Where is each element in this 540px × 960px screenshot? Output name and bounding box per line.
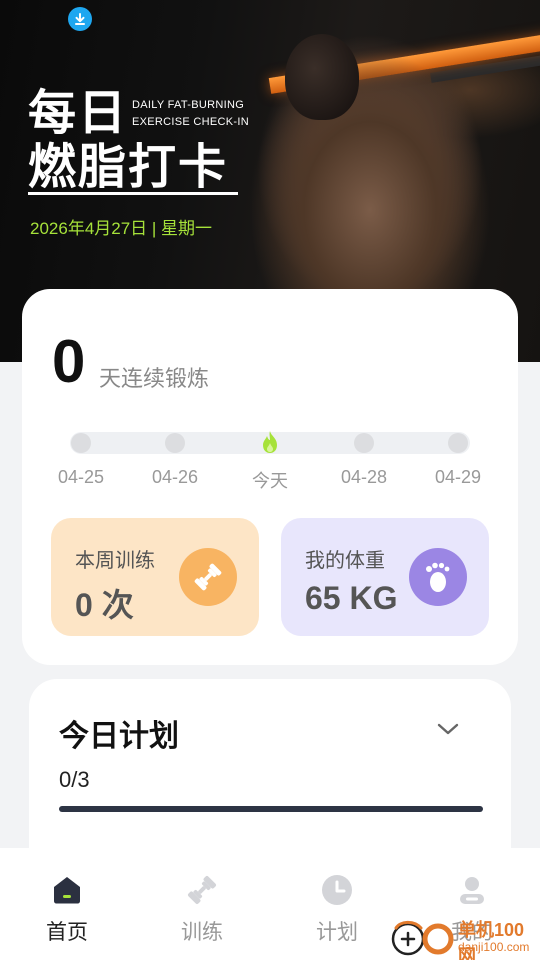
watermark-url: danji100.com — [458, 940, 530, 954]
day-dot-4 — [354, 433, 374, 453]
today-plan-progress-bar — [59, 806, 483, 812]
my-weight-card[interactable]: 我的体重 65 KG — [281, 518, 489, 636]
footprint-icon — [409, 548, 467, 606]
tab-home[interactable]: 首页 — [12, 870, 122, 946]
streak-card: 0 天连续锻炼 04-25 04-26 今天 04-28 04-29 本周训练 … — [22, 289, 518, 665]
weekly-training-card[interactable]: 本周训练 0 次 — [51, 518, 259, 636]
day-dot-1 — [71, 433, 91, 453]
hero-title-line1: 每日 — [28, 85, 129, 141]
hero-subtitle: DAILY FAT-BURNING EXERCISE CHECK-IN — [132, 97, 249, 131]
tab-training-label: 训练 — [181, 920, 223, 944]
today-plan-title: 今日计划 — [59, 719, 179, 754]
day-label-4: 04-28 — [340, 467, 388, 487]
hero-subtitle-line2: EXERCISE CHECK-IN — [132, 116, 249, 128]
tab-home-label: 首页 — [46, 920, 88, 944]
dumbbell-icon — [182, 870, 222, 910]
my-weight-value: 65 KG — [305, 580, 398, 616]
tab-training[interactable]: 训练 — [147, 870, 257, 946]
my-weight-label: 我的体重 — [305, 548, 385, 572]
flame-icon — [258, 430, 282, 454]
day-label-today: 今天 — [252, 471, 288, 491]
tab-plan-label: 计划 — [316, 920, 358, 944]
day-dot-2 — [165, 433, 185, 453]
day-dot-5 — [448, 433, 468, 453]
day-label-2: 04-26 — [151, 467, 199, 487]
dumbbell-icon — [179, 548, 237, 606]
clock-icon — [317, 870, 357, 910]
weekly-training-value: 0 次 — [75, 587, 134, 623]
profile-icon — [452, 870, 492, 910]
weekly-training-label: 本周训练 — [75, 548, 155, 572]
hero-subtitle-line1: DAILY FAT-BURNING — [132, 99, 245, 111]
streak-count: 0 — [52, 328, 86, 395]
download-icon[interactable] — [68, 7, 92, 31]
hero-athlete-head — [285, 34, 359, 120]
day-label-5: 04-29 — [434, 467, 482, 487]
tab-plan[interactable]: 计划 — [282, 870, 392, 946]
hero-underline — [28, 192, 238, 195]
hero-date: 2026年4月27日 | 星期一 — [30, 219, 213, 238]
hero-title-line2: 燃脂打卡 — [28, 139, 229, 195]
today-plan-progress-text: 0/3 — [59, 767, 90, 792]
streak-label: 天连续锻炼 — [99, 367, 210, 392]
home-icon — [47, 870, 87, 910]
day-label-1: 04-25 — [57, 467, 105, 487]
chevron-down-icon[interactable] — [435, 721, 461, 737]
